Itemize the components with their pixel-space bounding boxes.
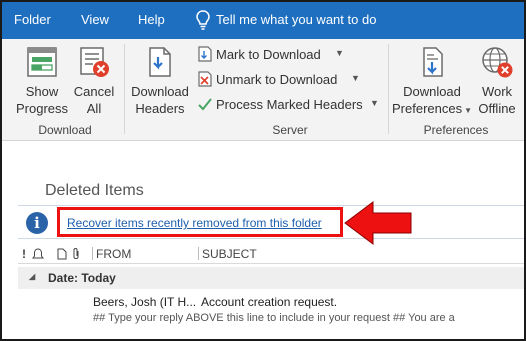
download-headers-label-2: Headers	[135, 101, 185, 116]
preferences-group-label: Preferences	[423, 123, 489, 137]
ribbon: Show Progress Cancel All Download Header…	[2, 39, 524, 141]
red-arrow-annotation-icon	[344, 201, 412, 245]
ribbon-separator	[124, 44, 125, 134]
work-offline-label-2: Offline	[478, 101, 516, 116]
column-divider[interactable]	[198, 247, 199, 260]
outlook-window: Folder View Help Tell me what you want t…	[0, 0, 526, 341]
column-divider[interactable]	[92, 247, 93, 260]
server-group-label: Server	[272, 123, 308, 137]
unmark-download-icon	[198, 71, 212, 87]
download-headers-label-1: Download	[131, 84, 189, 99]
date-group-label: Date: Today	[48, 271, 116, 285]
message-sender: Beers, Josh (IT H...	[93, 295, 197, 309]
from-column-header[interactable]: FROM	[96, 247, 131, 261]
chevron-down-icon[interactable]: ▼	[335, 48, 344, 58]
work-offline-label-1: Work	[481, 84, 513, 99]
info-icon: i	[26, 212, 48, 234]
item-type-column-icon[interactable]	[57, 248, 67, 260]
show-progress-label-2: Progress	[15, 101, 69, 116]
attachment-column-icon[interactable]	[71, 247, 81, 260]
cancel-all-label-2: All	[86, 101, 102, 116]
unmark-to-download-button[interactable]: Unmark to Download ▼	[198, 70, 366, 90]
menu-bar: Folder View Help Tell me what you want t…	[2, 2, 524, 39]
collapse-triangle-icon[interactable]: ◢	[29, 272, 35, 281]
date-group-header[interactable]: ◢ Date: Today	[18, 267, 524, 289]
show-progress-button[interactable]: Show Progress	[12, 45, 72, 117]
menu-help[interactable]: Help	[138, 12, 165, 27]
download-headers-icon	[149, 47, 171, 77]
importance-column-icon[interactable]: !	[22, 247, 26, 261]
message-preview: ## Type your reply ABOVE this line to in…	[93, 312, 455, 324]
column-header-row: ! FROM SUBJECT	[18, 244, 524, 264]
download-preferences-label-2: Preferences ▼	[392, 100, 472, 119]
menu-view[interactable]: View	[81, 12, 109, 27]
progress-window-icon	[27, 47, 57, 77]
download-preferences-button[interactable]: Download Preferences ▼	[392, 45, 472, 119]
mark-to-download-button[interactable]: Mark to Download ▼	[198, 45, 366, 65]
checkmark-icon	[198, 98, 212, 111]
mark-download-icon	[198, 46, 212, 62]
ribbon-separator	[388, 44, 389, 134]
folder-title: Deleted Items	[45, 182, 144, 199]
highlight-annotation-box	[57, 207, 343, 237]
download-preferences-text: Preferences	[392, 101, 463, 116]
download-preferences-icon	[423, 47, 443, 77]
reminder-bell-column-icon[interactable]	[32, 248, 44, 260]
download-group-label: Download	[38, 123, 92, 137]
globe-offline-icon	[482, 47, 513, 78]
process-marked-headers-button[interactable]: Process Marked Headers ▼	[198, 95, 380, 115]
unmark-to-download-label: Unmark to Download	[216, 72, 338, 87]
work-offline-button[interactable]: Work Offline	[472, 45, 522, 117]
chevron-down-icon[interactable]: ▼	[351, 73, 360, 83]
chevron-down-icon[interactable]: ▼	[464, 106, 472, 115]
subject-column-header[interactable]: SUBJECT	[202, 247, 257, 261]
mark-to-download-label: Mark to Download	[216, 47, 321, 62]
chevron-down-icon[interactable]: ▼	[370, 98, 379, 108]
cancel-all-button[interactable]: Cancel All	[68, 45, 120, 117]
cancel-list-icon	[80, 47, 109, 77]
message-subject: Account creation request.	[201, 295, 338, 309]
download-preferences-label-1: Download	[403, 84, 461, 99]
menu-folder[interactable]: Folder	[14, 12, 51, 27]
show-progress-label-1: Show	[25, 84, 59, 99]
tell-me-search[interactable]: Tell me what you want to do	[216, 12, 376, 27]
lightbulb-icon	[196, 10, 210, 30]
process-marked-headers-label: Process Marked Headers	[216, 97, 363, 112]
cancel-all-label-1: Cancel	[73, 84, 115, 99]
download-headers-button[interactable]: Download Headers	[128, 45, 192, 117]
